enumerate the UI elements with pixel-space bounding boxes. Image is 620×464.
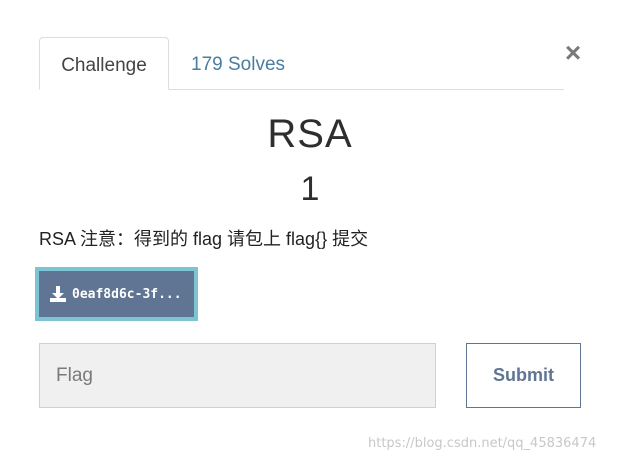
tab-solves[interactable]: 179 Solves [191, 37, 285, 89]
challenge-name: RSA [267, 112, 353, 156]
challenge-points: 1 [300, 170, 320, 208]
tab-challenge[interactable]: Challenge [39, 37, 169, 90]
file-name: 0eaf8d6c-3f... [72, 286, 182, 302]
watermark: https://blog.csdn.net/qq_45836474 [368, 436, 597, 451]
download-file-button-inner: 0eaf8d6c-3f... [39, 271, 194, 317]
download-file-button[interactable]: 0eaf8d6c-3f... [35, 267, 198, 321]
submit-button[interactable]: Submit [466, 343, 581, 408]
tab-bar: Challenge 179 Solves [39, 37, 564, 90]
challenge-modal: Challenge 179 Solves × RSA 1 RSA 注意：得到的 … [0, 0, 620, 464]
download-icon [50, 286, 66, 302]
flag-input[interactable] [39, 343, 436, 408]
challenge-description: RSA 注意：得到的 flag 请包上 flag{} 提交 [39, 229, 369, 249]
close-icon[interactable]: × [561, 39, 585, 67]
